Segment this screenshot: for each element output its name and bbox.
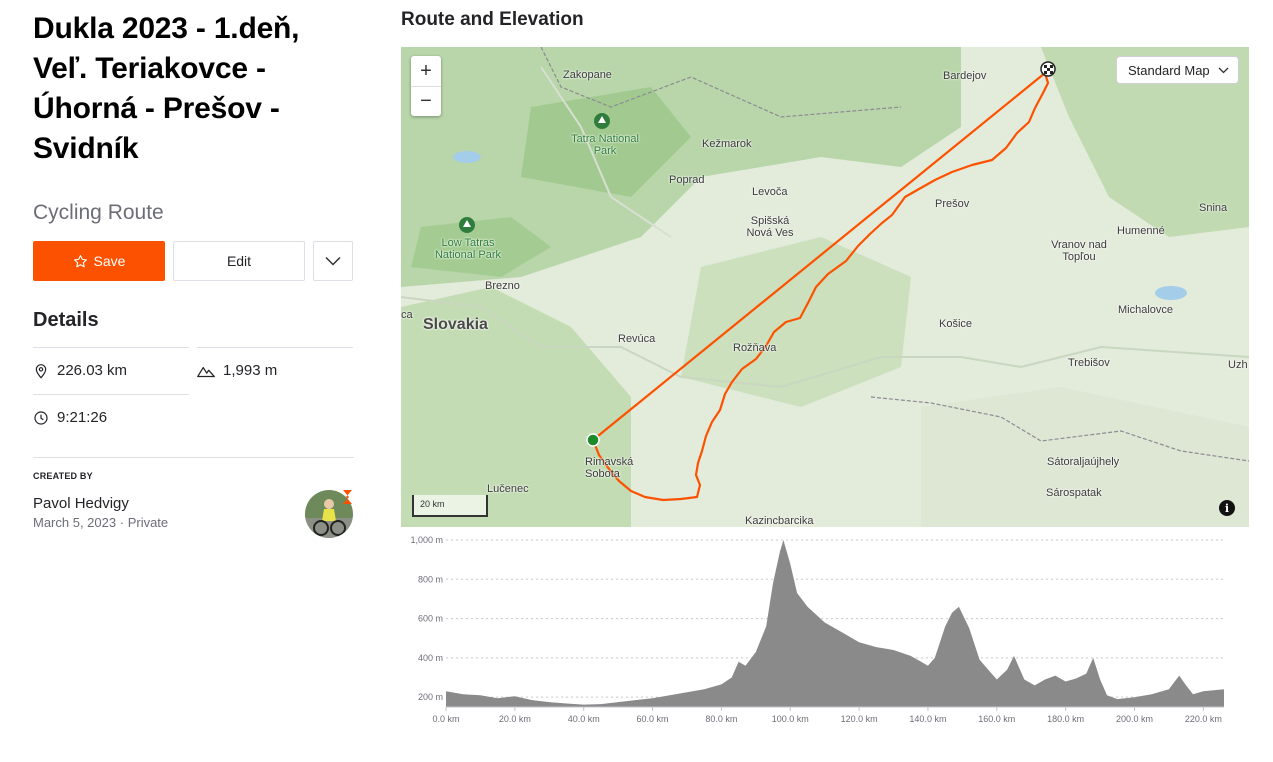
map-style-value: Standard Map: [1128, 62, 1210, 78]
map-label: Kazincbarcika: [745, 515, 814, 527]
created-date: March 5, 2023: [33, 515, 117, 530]
map-label: Rožňava: [733, 342, 777, 354]
x-tick-label: 80.0 km: [705, 714, 737, 724]
visibility: Private: [127, 515, 169, 530]
y-tick-labels: 200 m 400 m 600 m 800 m 1,000 m: [410, 535, 443, 702]
edit-label: Edit: [226, 253, 252, 269]
park-marker-low-tatras: [459, 217, 475, 233]
map-label: Revúca: [618, 333, 656, 345]
map-label: Tatra National Park: [571, 133, 639, 157]
map-base: [401, 47, 1249, 527]
map-label: Vranov nad Topľou: [1051, 239, 1107, 263]
mountain-icon: [197, 366, 215, 377]
distance-value: 226.03 km: [57, 362, 128, 379]
route-finish-marker: [1040, 61, 1056, 77]
x-tick-label: 160.0 km: [978, 714, 1015, 724]
route-start-marker: [586, 433, 600, 447]
route-type: Cycling Route: [33, 201, 164, 224]
y-tick-label: 800 m: [418, 574, 443, 584]
route-meta: March 5, 2023 · Private: [33, 515, 168, 530]
creator-name[interactable]: Pavol Hedvigy: [33, 495, 129, 512]
location-pin-icon: [35, 363, 47, 379]
star-icon: [73, 254, 87, 267]
map-label: Spišská Nová Ves: [746, 215, 794, 239]
separator-dot: ·: [119, 515, 128, 530]
map-label: Levoča: [752, 186, 788, 198]
elevation-area: [446, 540, 1224, 707]
map-label: Rimavská Sobota: [585, 456, 634, 480]
section-title: Route and Elevation: [401, 9, 584, 30]
map-label: Low Tatras National Park: [434, 237, 502, 261]
clock-icon: [34, 410, 48, 425]
divider: [33, 457, 354, 458]
park-marker-tatra: [594, 113, 610, 129]
map-label: Sátoraljaújhely: [1047, 456, 1120, 468]
details-heading: Details: [33, 309, 99, 331]
zoom-out-button[interactable]: −: [411, 86, 441, 116]
save-button[interactable]: Save: [33, 241, 165, 281]
map-label: Košice: [939, 318, 973, 330]
map-label: Brezno: [485, 280, 520, 292]
x-tick-label: 220.0 km: [1185, 714, 1222, 724]
x-tick-label: 180.0 km: [1047, 714, 1084, 724]
map-label-country: Slovakia: [423, 316, 488, 333]
map-label: Zakopane: [563, 69, 612, 81]
map-label: Kežmarok: [702, 138, 752, 150]
x-tick-labels: 0.0 km 20.0 km 40.0 km 60.0 km 80.0 km 100.0 …: [432, 707, 1222, 724]
y-tick-label: 1,000 m: [410, 535, 443, 545]
map-scale-bar: 20 km: [412, 495, 488, 517]
elevation-value: 1,993 m: [223, 362, 278, 379]
x-tick-label: 40.0 km: [568, 714, 600, 724]
route-map[interactable]: Zakopane Bardejov Tatra National Park Ke…: [401, 47, 1249, 527]
x-tick-label: 60.0 km: [637, 714, 669, 724]
more-options-button[interactable]: [313, 241, 353, 281]
map-label: Poprad: [669, 174, 705, 186]
save-label: Save: [93, 253, 126, 269]
y-tick-label: 200 m: [418, 692, 443, 702]
time-value: 9:21:26: [57, 409, 108, 426]
avatar[interactable]: [305, 490, 353, 538]
distance-stat: 226.03 km: [33, 347, 189, 393]
map-label: Bardejov: [943, 70, 987, 82]
chevron-down-icon: [1218, 67, 1229, 73]
map-label: Lučenec: [487, 483, 529, 495]
created-by-label: CREATED BY: [33, 471, 93, 481]
zoom-control: + −: [411, 56, 441, 116]
x-tick-label: 20.0 km: [499, 714, 531, 724]
x-tick-label: 120.0 km: [841, 714, 878, 724]
y-tick-label: 400 m: [418, 653, 443, 663]
x-tick-label: 0.0 km: [432, 714, 459, 724]
map-label: Michalovce: [1118, 304, 1174, 316]
map-label: Trebišov: [1068, 357, 1110, 369]
map-label: Sárospatak: [1046, 487, 1102, 499]
map-label: ca: [401, 309, 413, 321]
map-label: Humenné: [1117, 225, 1165, 237]
chevron-down-icon: [325, 256, 341, 266]
edit-button[interactable]: Edit: [173, 241, 305, 281]
x-tick-label: 100.0 km: [772, 714, 809, 724]
x-tick-label: 200.0 km: [1116, 714, 1153, 724]
x-tick-label: 140.0 km: [909, 714, 946, 724]
time-stat: 9:21:26: [33, 394, 189, 440]
elevation-chart: 200 m 400 m 600 m 800 m 1,000 m 0.0 km 20.0 k…: [410, 535, 1224, 724]
map-label: Prešov: [935, 198, 970, 210]
zoom-in-button[interactable]: +: [411, 56, 441, 86]
map-style-select[interactable]: Standard Map: [1116, 56, 1239, 84]
map-label: Snina: [1199, 202, 1228, 214]
map-label: Uzh: [1228, 359, 1248, 371]
route-title: Dukla 2023 - 1.deň, Veľ. Teriakovce - Úh…: [33, 12, 300, 165]
y-tick-label: 600 m: [418, 614, 443, 624]
elevation-stat: 1,993 m: [197, 347, 353, 393]
info-icon[interactable]: i: [1219, 500, 1235, 516]
